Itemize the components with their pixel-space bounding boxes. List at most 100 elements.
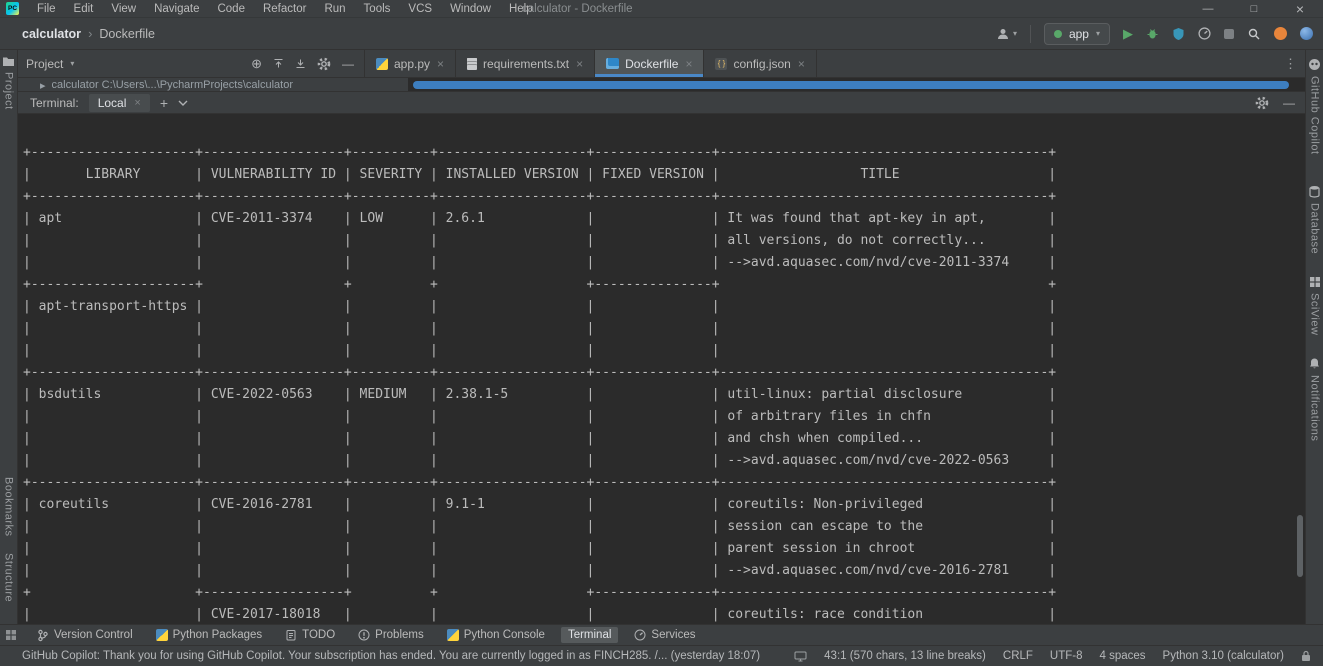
toolwindow-version-control[interactable]: Version Control bbox=[30, 627, 140, 644]
coverage-shield-icon bbox=[1172, 27, 1185, 40]
breadcrumb-project[interactable]: calculator bbox=[22, 27, 81, 41]
close-tab-icon[interactable]: × bbox=[576, 57, 583, 71]
chevron-down-icon: ▾ bbox=[1013, 29, 1017, 38]
tab-dockerfile[interactable]: Dockerfile × bbox=[595, 50, 704, 77]
project-panel-title[interactable]: Project bbox=[26, 57, 63, 71]
problems-icon bbox=[358, 629, 370, 641]
python-icon bbox=[156, 629, 168, 641]
tab-label: config.json bbox=[733, 57, 790, 71]
blue-sphere-icon[interactable] bbox=[1300, 27, 1313, 40]
tool-label-copilot: GitHub Copilot bbox=[1309, 76, 1321, 155]
stop-button[interactable] bbox=[1224, 29, 1234, 39]
close-tab-icon[interactable]: × bbox=[134, 97, 140, 109]
caret-position-widget[interactable]: 43:1 (570 chars, 13 line breaks) bbox=[824, 650, 986, 662]
close-tab-icon[interactable]: × bbox=[798, 57, 805, 71]
toolwindow-services[interactable]: Services bbox=[627, 627, 702, 643]
copilot-status-message[interactable]: GitHub Copilot: Thank you for using GitH… bbox=[22, 650, 794, 662]
expand-all-icon[interactable] bbox=[273, 58, 284, 69]
project-tree-root: calculator C:\Users\...\PycharmProjects\… bbox=[52, 79, 293, 91]
tab-options-icon[interactable]: ⋮ bbox=[1276, 56, 1305, 72]
locate-file-icon[interactable]: ⊕ bbox=[251, 56, 262, 72]
line-ending-widget[interactable]: CRLF bbox=[1003, 650, 1033, 662]
terminal-panel-label: Terminal: bbox=[30, 96, 79, 110]
run-config-selector[interactable]: app ▾ bbox=[1044, 23, 1110, 45]
run-button[interactable]: ▶ bbox=[1123, 27, 1133, 40]
close-tab-icon[interactable]: × bbox=[437, 57, 444, 71]
new-terminal-icon[interactable]: + bbox=[160, 95, 168, 111]
hide-panel-icon[interactable]: — bbox=[1283, 96, 1295, 110]
terminal-scrollbar[interactable] bbox=[1297, 515, 1303, 577]
menu-code[interactable]: Code bbox=[208, 0, 254, 17]
tool-button-copilot[interactable]: GitHub Copilot bbox=[1308, 58, 1321, 155]
tool-button-structure[interactable]: Structure bbox=[3, 553, 15, 602]
breadcrumb-separator-icon: › bbox=[88, 26, 92, 41]
hide-panel-icon[interactable]: — bbox=[342, 57, 354, 71]
toolwindow-label: TODO bbox=[302, 629, 335, 641]
tab-config-json[interactable]: { } config.json × bbox=[704, 50, 816, 77]
tool-button-sciview[interactable]: SciView bbox=[1309, 276, 1321, 335]
tool-button-project[interactable]: Project bbox=[2, 56, 15, 110]
toolwindow-todo[interactable]: TODO bbox=[278, 627, 342, 643]
tab-app-py[interactable]: app.py × bbox=[365, 50, 456, 77]
terminal-panel[interactable]: +---------------------+-----------------… bbox=[18, 114, 1305, 624]
menu-view[interactable]: View bbox=[102, 0, 145, 17]
pycharm-logo-icon: PC bbox=[6, 2, 19, 15]
tool-button-notifications[interactable]: Notifications bbox=[1308, 357, 1321, 441]
toolwindow-python-console[interactable]: Python Console bbox=[440, 627, 552, 643]
tab-requirements-txt[interactable]: requirements.txt × bbox=[456, 50, 595, 77]
menu-file[interactable]: File bbox=[28, 0, 65, 17]
toolwindow-terminal[interactable]: Terminal bbox=[561, 627, 618, 643]
toolwindow-python-packages[interactable]: Python Packages bbox=[149, 627, 270, 643]
menu-tools[interactable]: Tools bbox=[355, 0, 400, 17]
toolwindow-problems[interactable]: Problems bbox=[351, 627, 431, 643]
indent-widget[interactable]: 4 spaces bbox=[1100, 650, 1146, 662]
terminal-tab-label: Local bbox=[98, 96, 127, 110]
tool-window-switcher-icon[interactable] bbox=[5, 629, 17, 641]
minimize-button[interactable]: — bbox=[1185, 0, 1231, 17]
tool-button-bookmarks[interactable]: Bookmarks bbox=[3, 477, 15, 537]
bug-icon bbox=[1146, 27, 1159, 40]
menu-window[interactable]: Window bbox=[441, 0, 500, 17]
menu-refactor[interactable]: Refactor bbox=[254, 0, 315, 17]
services-gauge-icon bbox=[634, 629, 646, 641]
interpreter-widget[interactable]: Python 3.10 (calculator) bbox=[1163, 650, 1284, 662]
run-with-coverage-button[interactable] bbox=[1172, 27, 1185, 40]
right-tool-stripe: GitHub Copilot Database SciView Notifica… bbox=[1305, 50, 1323, 624]
encoding-widget[interactable]: UTF-8 bbox=[1050, 650, 1083, 662]
tool-label-structure: Structure bbox=[3, 553, 15, 602]
profiler-gauge-icon bbox=[1198, 27, 1211, 40]
search-everywhere-button[interactable] bbox=[1247, 27, 1261, 41]
tool-window-bar: Version Control Python Packages TODO Pro… bbox=[0, 624, 1323, 645]
project-tree-root-row[interactable]: ▸ calculator C:\Users\...\PycharmProject… bbox=[18, 78, 408, 91]
database-icon bbox=[1308, 185, 1321, 198]
close-button[interactable]: × bbox=[1277, 0, 1323, 17]
maximize-button[interactable]: □ bbox=[1231, 0, 1277, 17]
menu-vcs[interactable]: VCS bbox=[399, 0, 441, 17]
chevron-down-icon[interactable] bbox=[178, 100, 188, 106]
collapse-all-icon[interactable] bbox=[295, 58, 306, 69]
folder-icon bbox=[2, 56, 15, 67]
breadcrumb-file[interactable]: Dockerfile bbox=[99, 27, 155, 41]
screen-share-icon[interactable] bbox=[794, 651, 807, 662]
menu-navigate[interactable]: Navigate bbox=[145, 0, 208, 17]
lock-icon[interactable] bbox=[1301, 650, 1311, 662]
run-config-name: app bbox=[1069, 27, 1089, 41]
text-file-icon bbox=[467, 58, 477, 70]
json-file-icon: { } bbox=[715, 58, 727, 70]
gear-icon[interactable] bbox=[317, 57, 331, 71]
tool-button-database[interactable]: Database bbox=[1308, 185, 1321, 254]
profiler-button[interactable] bbox=[1198, 27, 1211, 40]
user-profile-button[interactable]: ▾ bbox=[996, 27, 1017, 41]
gear-icon[interactable] bbox=[1255, 96, 1269, 110]
debug-button[interactable] bbox=[1146, 27, 1159, 40]
terminal-tab-local[interactable]: Local × bbox=[89, 94, 150, 112]
tool-label-database: Database bbox=[1309, 203, 1321, 254]
menu-edit[interactable]: Edit bbox=[65, 0, 103, 17]
close-tab-icon[interactable]: × bbox=[685, 57, 692, 71]
python-file-icon bbox=[376, 58, 388, 70]
toolwindow-label: Python Packages bbox=[173, 629, 263, 641]
orange-record-icon[interactable] bbox=[1274, 27, 1287, 40]
main-toolbar: calculator › Dockerfile ▾ app ▾ ▶ bbox=[0, 18, 1323, 50]
menu-run[interactable]: Run bbox=[315, 0, 354, 17]
window-title: calculator - Dockerfile bbox=[522, 3, 633, 15]
